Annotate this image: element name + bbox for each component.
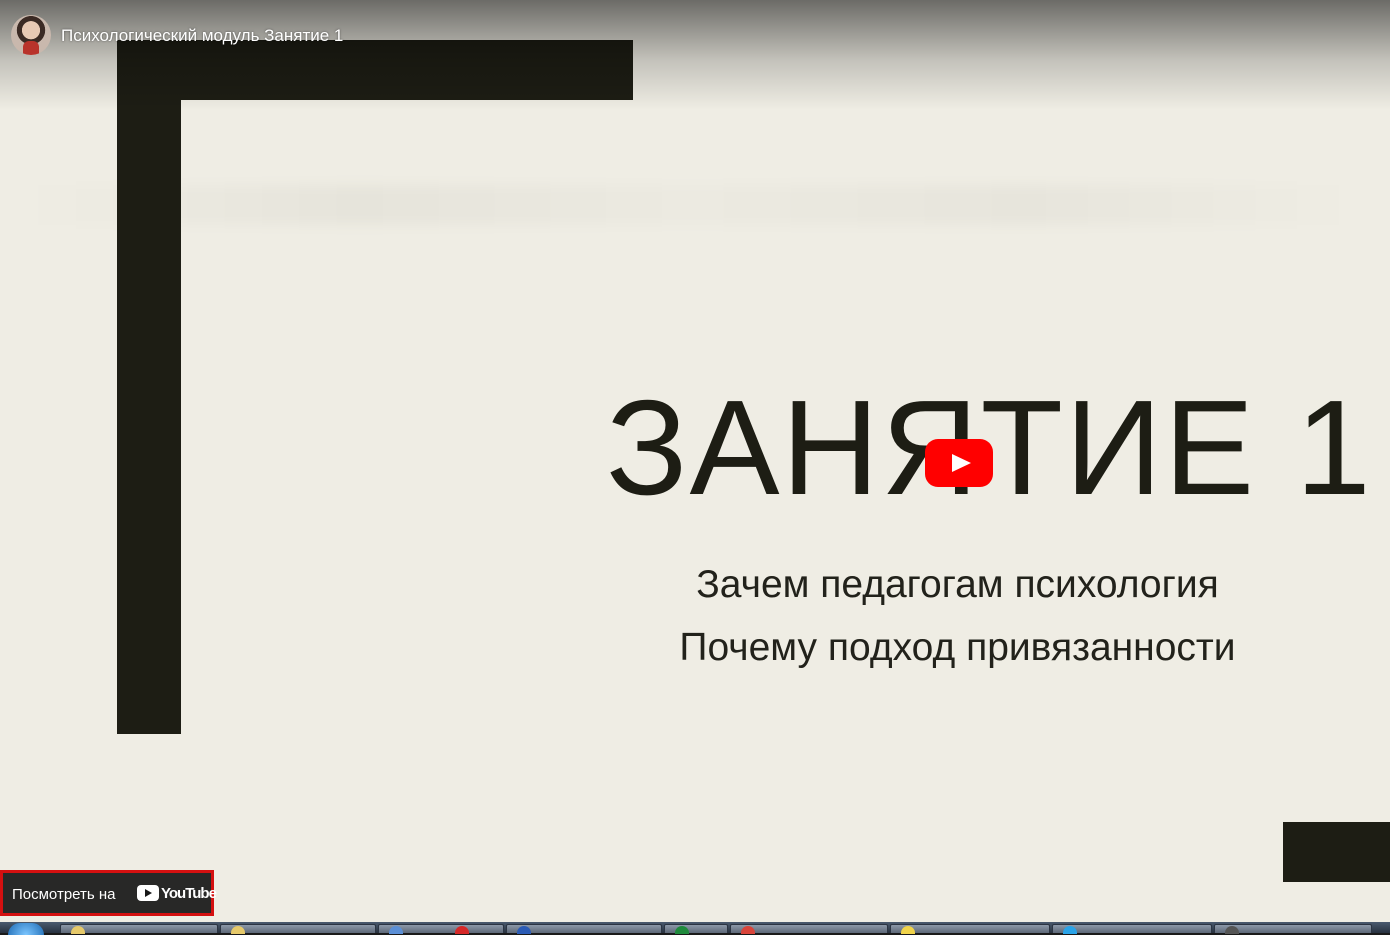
taskbar-item-app[interactable] bbox=[1214, 924, 1372, 934]
taskbar bbox=[0, 922, 1390, 935]
video-player[interactable]: Психологический модуль Занятие 1 ЗАНЯТИЕ… bbox=[0, 0, 1390, 922]
slide-frame-corner-bar bbox=[1283, 822, 1390, 882]
taskbar-item-folder-1[interactable] bbox=[60, 924, 218, 934]
taskbar-item-skype[interactable] bbox=[1052, 924, 1212, 934]
taskbar-item-word[interactable] bbox=[506, 924, 662, 934]
play-icon bbox=[952, 454, 971, 472]
windows-start-icon[interactable] bbox=[8, 923, 44, 935]
video-title[interactable]: Психологический модуль Занятие 1 bbox=[61, 26, 343, 46]
taskbar-item-folder-2[interactable] bbox=[220, 924, 376, 934]
watch-on-label: Посмотреть на bbox=[12, 886, 116, 903]
play-button[interactable] bbox=[925, 439, 993, 487]
taskbar-item-document[interactable] bbox=[378, 924, 504, 934]
watch-on-youtube-button[interactable]: Посмотреть на YouTube bbox=[0, 870, 217, 916]
title-overlay bbox=[0, 0, 1390, 110]
slide-ghost-text bbox=[20, 185, 1360, 225]
taskbar-item-paint[interactable] bbox=[890, 924, 1050, 934]
youtube-logo-icon bbox=[137, 885, 159, 901]
slide-frame-left-bar bbox=[117, 40, 181, 734]
channel-avatar-icon[interactable] bbox=[11, 15, 51, 55]
youtube-wordmark: YouTube bbox=[161, 885, 217, 902]
taskbar-item-chrome[interactable] bbox=[730, 924, 888, 934]
slide-subtitle-2: Почему подход привязанности bbox=[679, 626, 1236, 669]
slide-subtitle-1: Зачем педагогам психология bbox=[696, 563, 1219, 606]
taskbar-item-excel[interactable] bbox=[664, 924, 728, 934]
